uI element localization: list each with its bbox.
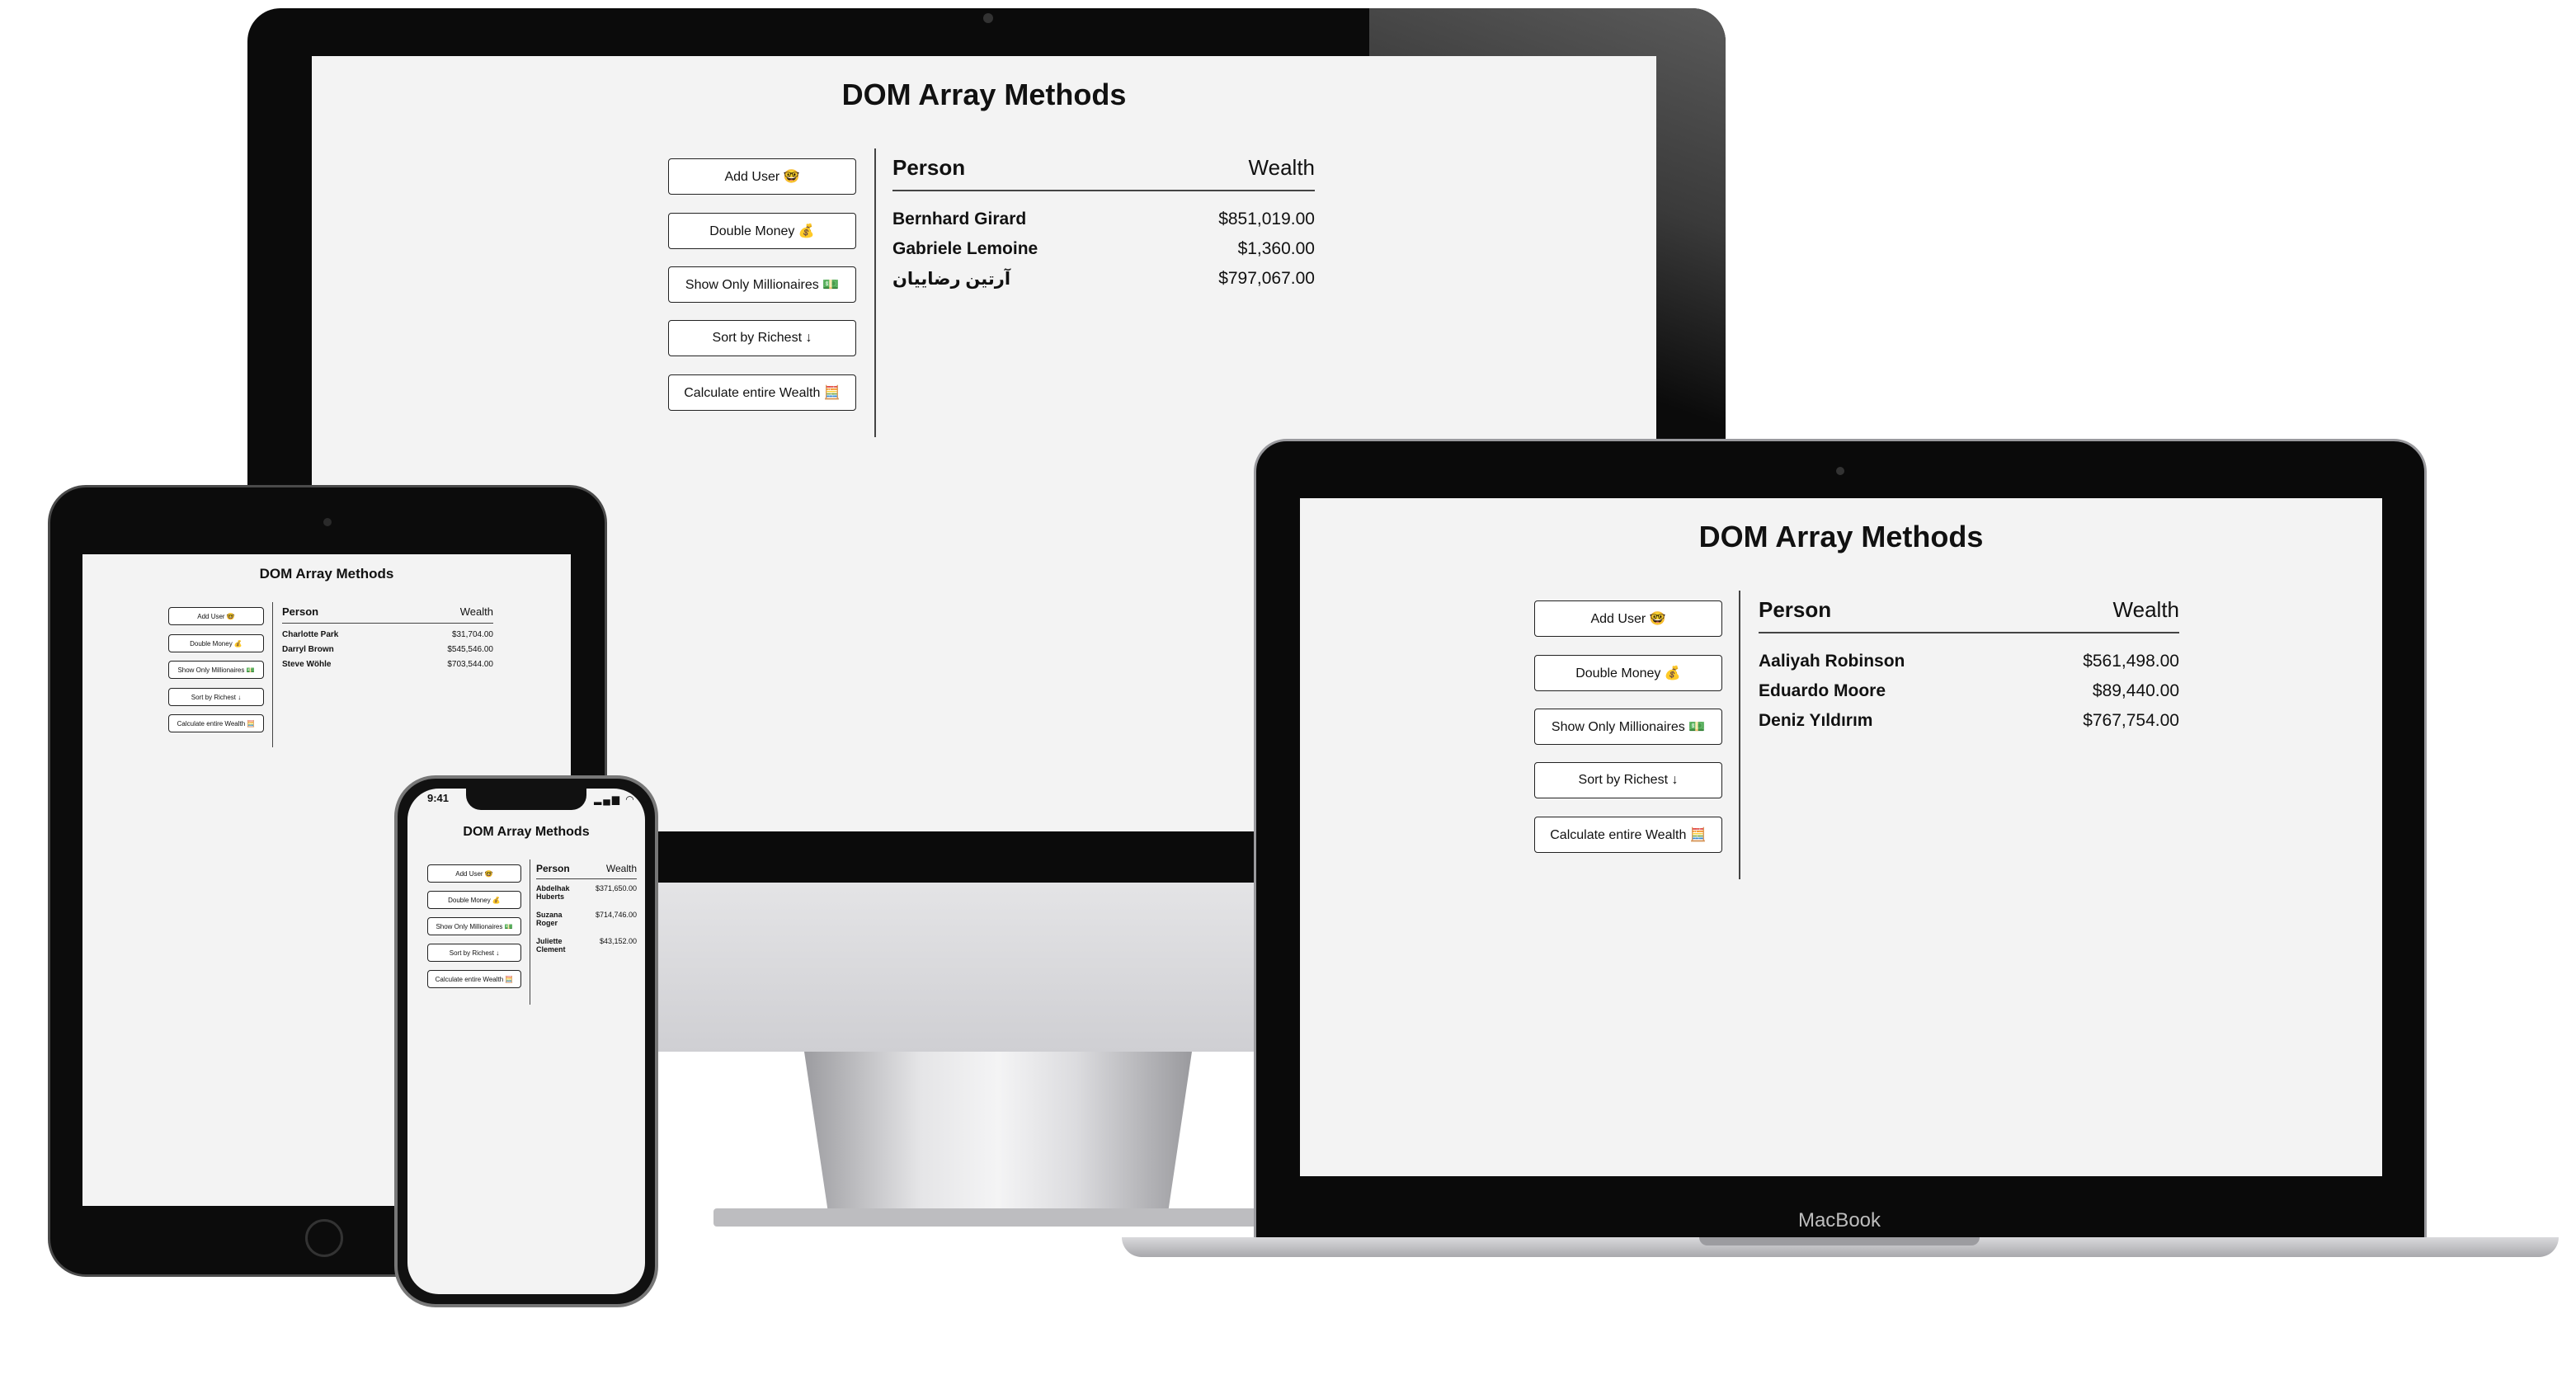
wealth-value: $43,152.00 <box>599 937 637 945</box>
app-macbook: DOM Array Methods Add User 🤓 Double Mone… <box>1300 498 2382 1176</box>
table-header: Person Wealth <box>536 863 637 874</box>
wealth-value: $1,360.00 <box>1237 239 1315 258</box>
wealth-value: $371,650.00 <box>595 884 637 892</box>
show-millionaires-button[interactable]: Show Only Millionaires 💵 <box>668 266 856 303</box>
double-money-button[interactable]: Double Money 💰 <box>427 891 521 909</box>
table-row: Abdelhak Huberts $371,650.00 <box>536 884 637 901</box>
double-money-button[interactable]: Double Money 💰 <box>668 213 856 249</box>
person-column-header: Person <box>282 605 319 618</box>
imac-camera <box>983 13 993 23</box>
divider <box>272 602 273 747</box>
person-name: Aaliyah Robinson <box>1759 652 1905 671</box>
show-millionaires-button[interactable]: Show Only Millionaires 💵 <box>168 661 264 679</box>
header-underline <box>1759 632 2179 633</box>
table-row: Aaliyah Robinson $561,498.00 <box>1759 652 2179 671</box>
wealth-value: $703,544.00 <box>447 660 493 669</box>
add-user-button[interactable]: Add User 🤓 <box>1534 600 1722 637</box>
add-user-button[interactable]: Add User 🤓 <box>168 607 264 625</box>
macbook-base-notch <box>1699 1237 1980 1246</box>
header-underline <box>892 190 1315 191</box>
status-bar-time: 9:41 <box>427 792 450 804</box>
table-row: Darryl Brown $545,546.00 <box>282 645 493 654</box>
wealth-value: $851,019.00 <box>1218 210 1315 228</box>
app-iphone: DOM Array Methods Add User 🤓 Double Mone… <box>407 789 645 1294</box>
double-money-button[interactable]: Double Money 💰 <box>168 634 264 652</box>
table-row: Deniz Yıldırım $767,754.00 <box>1759 711 2179 731</box>
show-millionaires-button[interactable]: Show Only Millionaires 💵 <box>1534 709 1722 745</box>
imac-stand <box>804 1052 1192 1208</box>
person-name: Bernhard Girard <box>892 210 1027 228</box>
add-user-button[interactable]: Add User 🤓 <box>668 158 856 195</box>
sort-richest-button[interactable]: Sort by Richest ↓ <box>168 688 264 706</box>
person-name: Abdelhak Huberts <box>536 884 570 901</box>
table-header: Person Wealth <box>282 605 493 618</box>
imac-stand-foot <box>713 1208 1283 1227</box>
divider <box>1739 591 1740 879</box>
ipad-camera <box>323 518 332 526</box>
calculate-wealth-button[interactable]: Calculate entire Wealth 🧮 <box>1534 817 1722 853</box>
sort-richest-button[interactable]: Sort by Richest ↓ <box>1534 762 1722 798</box>
wealth-column-header: Wealth <box>605 863 637 874</box>
table-row: آرتین رضاییان $797,067.00 <box>892 269 1315 290</box>
person-name: Deniz Yıldırım <box>1759 711 1873 730</box>
sort-richest-button[interactable]: Sort by Richest ↓ <box>427 944 521 962</box>
person-name: Eduardo Moore <box>1759 681 1886 700</box>
apple-logo-icon <box>949 916 1023 1006</box>
double-money-button[interactable]: Double Money 💰 <box>1534 655 1722 691</box>
table-row: Juliette Clement $43,152.00 <box>536 937 637 954</box>
person-column-header: Person <box>536 863 570 874</box>
person-column-header: Person <box>892 155 966 180</box>
calculate-wealth-button[interactable]: Calculate entire Wealth 🧮 <box>427 970 521 988</box>
table-header: Person Wealth <box>892 155 1315 181</box>
table-row: Suzana Roger $714,746.00 <box>536 911 637 927</box>
header-underline <box>282 623 493 624</box>
person-name: Suzana Roger <box>536 911 563 927</box>
table-row: Eduardo Moore $89,440.00 <box>1759 681 2179 701</box>
show-millionaires-button[interactable]: Show Only Millionaires 💵 <box>427 917 521 935</box>
macbook-screen: DOM Array Methods Add User 🤓 Double Mone… <box>1300 498 2382 1176</box>
status-bar-icons: ▂▄▆ ◠ ▭ <box>594 793 652 805</box>
person-name: Steve Wöhle <box>282 660 332 669</box>
macbook-label: MacBook <box>1797 1209 1881 1231</box>
wealth-value: $714,746.00 <box>595 911 637 919</box>
person-name: Darryl Brown <box>282 645 334 654</box>
page-title: DOM Array Methods <box>259 566 394 582</box>
person-name: Charlotte Park <box>282 630 339 639</box>
wealth-value: $89,440.00 <box>2092 681 2179 700</box>
wealth-column-header: Wealth <box>2112 597 2179 622</box>
wealth-value: $797,067.00 <box>1218 269 1315 288</box>
iphone-notch <box>466 789 586 810</box>
wealth-value: $561,498.00 <box>2083 652 2179 671</box>
wealth-value: $31,704.00 <box>451 630 493 639</box>
table-row: Bernhard Girard $851,019.00 <box>892 210 1315 229</box>
page-title: DOM Array Methods <box>463 825 590 839</box>
macbook-camera <box>1836 467 1844 475</box>
table-header: Person Wealth <box>1759 597 2179 623</box>
person-column-header: Person <box>1759 597 1832 622</box>
wealth-column-header: Wealth <box>1248 155 1315 180</box>
calculate-wealth-button[interactable]: Calculate entire Wealth 🧮 <box>168 714 264 732</box>
divider <box>874 148 876 437</box>
table-row: Gabriele Lemoine $1,360.00 <box>892 239 1315 259</box>
calculate-wealth-button[interactable]: Calculate entire Wealth 🧮 <box>668 374 856 411</box>
add-user-button[interactable]: Add User 🤓 <box>427 864 521 883</box>
sort-richest-button[interactable]: Sort by Richest ↓ <box>668 320 856 356</box>
person-name: آرتین رضاییان <box>892 270 1011 289</box>
page-title: DOM Array Methods <box>1698 520 1984 553</box>
wealth-column-header: Wealth <box>459 605 493 618</box>
table-row: Steve Wöhle $703,544.00 <box>282 660 493 669</box>
header-underline <box>536 878 637 879</box>
table-row: Charlotte Park $31,704.00 <box>282 630 493 639</box>
wealth-value: $545,546.00 <box>447 645 493 654</box>
iphone-screen: DOM Array Methods Add User 🤓 Double Mone… <box>407 789 645 1294</box>
page-title: DOM Array Methods <box>841 78 1127 111</box>
wealth-value: $767,754.00 <box>2083 711 2179 730</box>
ipad-home-button <box>305 1219 343 1257</box>
person-name: Gabriele Lemoine <box>892 239 1038 258</box>
person-name: Juliette Clement <box>536 937 566 954</box>
